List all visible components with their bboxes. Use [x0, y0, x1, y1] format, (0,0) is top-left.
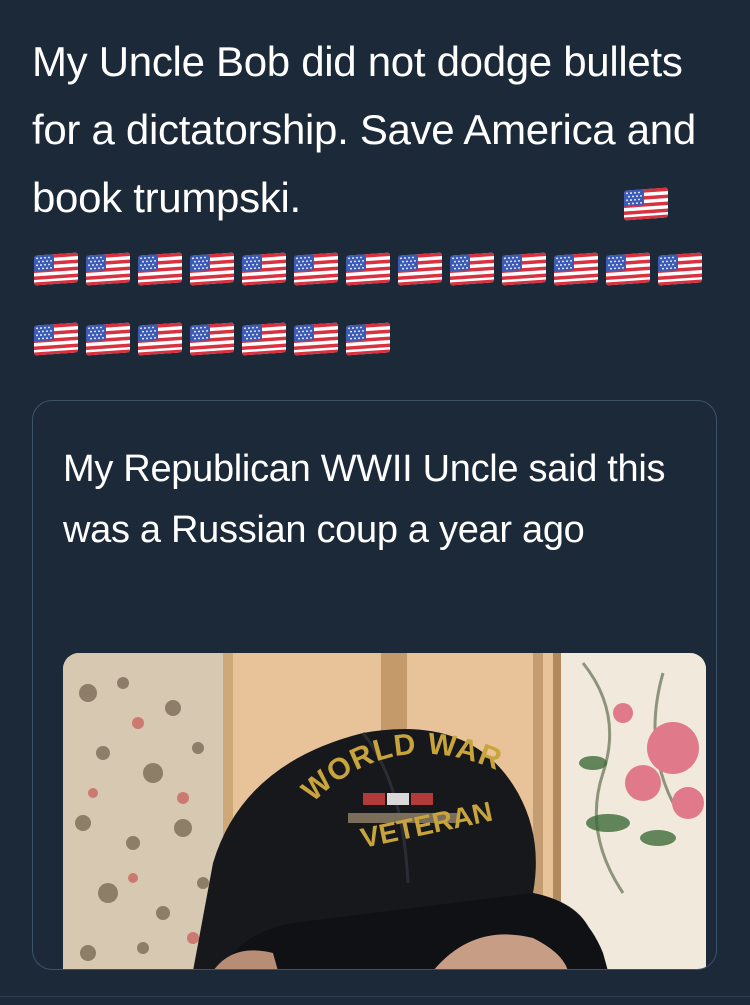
us-flag-icon: [34, 324, 78, 354]
divider: [0, 996, 750, 1005]
us-flag-icon: [502, 254, 546, 284]
us-flag-icon: [624, 189, 668, 219]
us-flag-icon: [346, 254, 390, 284]
us-flag-icon: [242, 324, 286, 354]
us-flag-icon: [138, 254, 182, 284]
us-flag-icon: [138, 324, 182, 354]
us-flag-icon: [606, 254, 650, 284]
us-flag-icon: [86, 254, 130, 284]
us-flag-icon: [398, 254, 442, 284]
flag-emoji-row: [34, 324, 390, 354]
us-flag-icon: [242, 254, 286, 284]
us-flag-icon: [450, 254, 494, 284]
us-flag-icon: [190, 324, 234, 354]
us-flag-icon: [294, 254, 338, 284]
us-flag-icon: [86, 324, 130, 354]
us-flag-icon: [554, 254, 598, 284]
flag-emoji-row: [34, 254, 702, 284]
us-flag-icon: [294, 324, 338, 354]
quoted-tweet-text: My Republican WWII Uncle said this was a…: [63, 448, 666, 551]
quoted-tweet-photo[interactable]: WORLD WAR II VETERAN: [63, 653, 706, 969]
us-flag-icon: [34, 254, 78, 284]
quoted-tweet-card[interactable]: My Republican WWII Uncle said this was a…: [32, 400, 717, 970]
tweet-text: My Uncle Bob did not dodge bullets for a…: [32, 38, 696, 221]
us-flag-icon: [190, 254, 234, 284]
us-flag-icon: [346, 324, 390, 354]
us-flag-icon: [658, 254, 702, 284]
